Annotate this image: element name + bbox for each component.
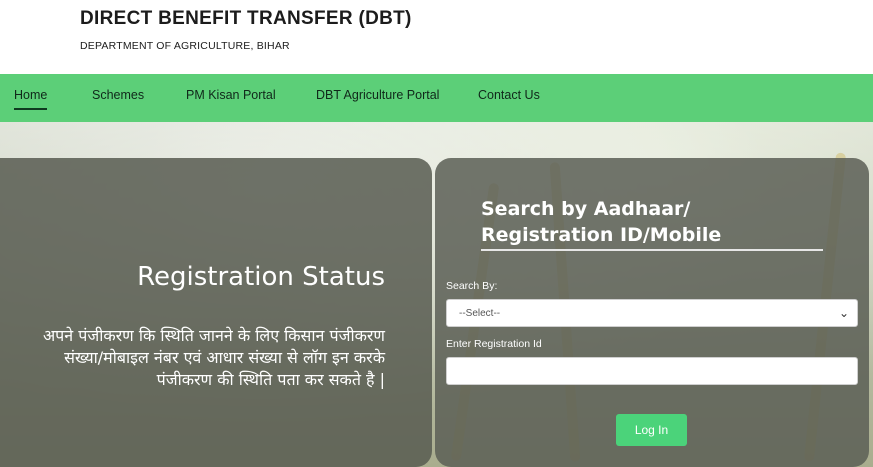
nav-dbt-agriculture-portal[interactable]: DBT Agriculture Portal [316, 88, 439, 102]
search-by-select[interactable]: --Select-- ⌄ [446, 299, 858, 327]
search-panel: Search by Aadhaar/ Registration ID/Mobil… [435, 158, 869, 467]
site-subtitle: DEPARTMENT OF AGRICULTURE, BIHAR [80, 40, 290, 52]
hero-section: Registration Status अपने पंजीकरण कि स्थि… [0, 122, 873, 467]
search-by-selected-value: --Select-- [459, 308, 501, 319]
main-navbar: Home Schemes PM Kisan Portal DBT Agricul… [0, 74, 873, 122]
registration-id-input[interactable] [446, 357, 858, 385]
site-title: DIRECT BENEFIT TRANSFER (DBT) [80, 8, 412, 29]
login-button[interactable]: Log In [616, 414, 687, 446]
heading-divider [481, 249, 823, 251]
registration-status-description: अपने पंजीकरण कि स्थिति जानने के लिए किसा… [42, 326, 385, 389]
nav-pm-kisan-portal[interactable]: PM Kisan Portal [186, 88, 276, 102]
site-header: DIRECT BENEFIT TRANSFER (DBT) DEPARTMENT… [0, 0, 873, 74]
nav-contact-us[interactable]: Contact Us [478, 88, 540, 102]
registration-status-panel: Registration Status अपने पंजीकरण कि स्थि… [0, 158, 432, 467]
search-by-label: Search By: [446, 280, 498, 292]
registration-id-label: Enter Registration Id [446, 338, 542, 350]
registration-status-title: Registration Status [137, 262, 385, 292]
chevron-down-icon: ⌄ [838, 306, 849, 320]
nav-schemes[interactable]: Schemes [92, 88, 144, 102]
nav-home[interactable]: Home [14, 88, 48, 110]
search-heading: Search by Aadhaar/ Registration ID/Mobil… [481, 198, 722, 246]
